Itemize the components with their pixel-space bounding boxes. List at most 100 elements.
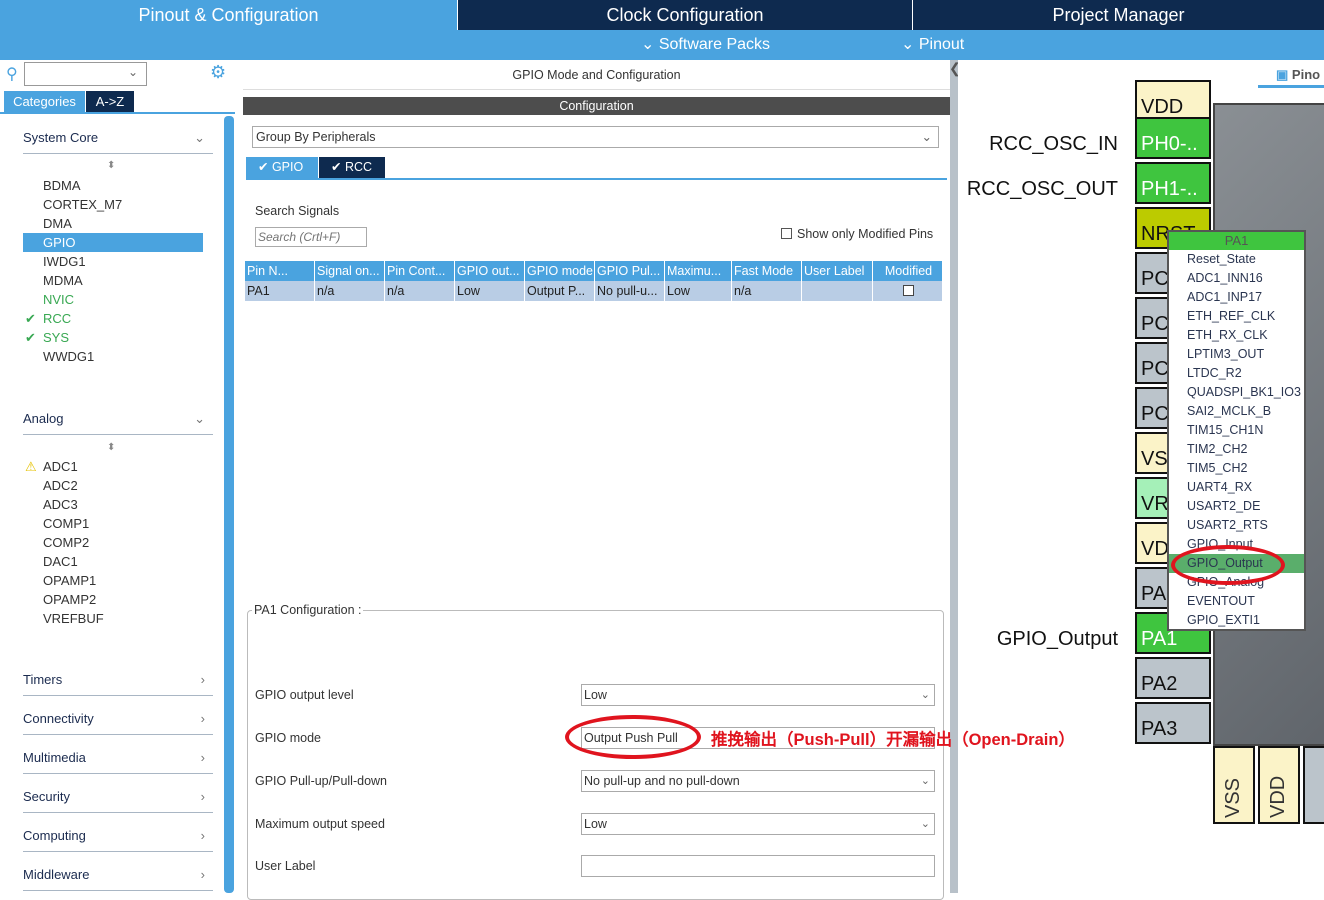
sidebar-item-gpio[interactable]: GPIO xyxy=(23,233,203,252)
sidebar-item-adc1[interactable]: ⚠ ADC1 xyxy=(23,457,203,476)
sidebar-item-opamp2[interactable]: OPAMP2 xyxy=(23,590,203,609)
menu-item-usart2-de[interactable]: USART2_DE xyxy=(1169,497,1304,516)
table-cell[interactable]: Output P... xyxy=(525,281,595,301)
column-header[interactable]: Fast Mode xyxy=(732,261,802,281)
pin-pa2[interactable]: PA2 xyxy=(1135,657,1211,699)
table-cell[interactable]: n/a xyxy=(385,281,455,301)
menu-item-gpio-exti1[interactable]: GPIO_EXTI1 xyxy=(1169,611,1304,630)
sidebar-item-iwdg1[interactable]: IWDG1 xyxy=(23,252,203,271)
panel-splitter[interactable] xyxy=(950,60,958,893)
menu-item-eth-rx-clk[interactable]: ETH_RX_CLK xyxy=(1169,326,1304,345)
pin-bottom-unlabeled[interactable] xyxy=(1303,746,1324,824)
tab-rcc[interactable]: ✔ RCC xyxy=(319,157,385,178)
category-middleware[interactable]: Middleware › xyxy=(23,867,213,891)
pin-vdd[interactable]: VDD xyxy=(1135,80,1211,122)
tab-gpio[interactable]: ✔ GPIO xyxy=(246,157,318,178)
column-header[interactable]: GPIO mode xyxy=(525,261,595,281)
table-cell[interactable]: Low xyxy=(665,281,732,301)
category-analog[interactable]: Analog ⌄ xyxy=(23,411,213,435)
field-user-label[interactable] xyxy=(581,855,935,877)
pin-ph0[interactable]: PH0-.. xyxy=(1135,117,1211,159)
category-security[interactable]: Security › xyxy=(23,789,213,813)
menu-item-lptim3-out[interactable]: LPTIM3_OUT xyxy=(1169,345,1304,364)
menu-item-reset-state[interactable]: Reset_State xyxy=(1169,250,1304,269)
pin-pa3[interactable]: PA3 xyxy=(1135,702,1211,744)
sidebar-item-vrefbuf[interactable]: VREFBUF xyxy=(23,609,203,628)
menu-item-tim5-ch2[interactable]: TIM5_CH2 xyxy=(1169,459,1304,478)
menu-item-ltdc-r2[interactable]: LTDC_R2 xyxy=(1169,364,1304,383)
table-cell[interactable]: n/a xyxy=(732,281,802,301)
table-cell[interactable]: Low xyxy=(455,281,525,301)
menu-item-adc1-inp17[interactable]: ADC1_INP17 xyxy=(1169,288,1304,307)
column-header[interactable]: Maximu... xyxy=(665,261,732,281)
menu-item-tim15-ch1n[interactable]: TIM15_CH1N xyxy=(1169,421,1304,440)
column-header[interactable]: Pin N... xyxy=(245,261,315,281)
column-header[interactable]: Pin Cont... xyxy=(385,261,455,281)
tab-pinout-configuration[interactable]: Pinout & Configuration xyxy=(0,0,457,30)
group-by-select[interactable]: Group By Peripherals ⌄ xyxy=(252,126,939,148)
chevron-down-icon: ⌄ xyxy=(920,775,930,787)
sidebar-item-adc3[interactable]: ADC3 xyxy=(23,495,203,514)
sidebar-item-mdma[interactable]: MDMA xyxy=(23,271,203,290)
column-header[interactable]: User Label xyxy=(802,261,873,281)
sidebar-item-bdma[interactable]: BDMA xyxy=(23,176,203,195)
sidebar-item-comp2[interactable]: COMP2 xyxy=(23,533,203,552)
menu-item-uart4-rx[interactable]: UART4_RX xyxy=(1169,478,1304,497)
modified-checkbox[interactable] xyxy=(873,281,943,301)
checkbox-box[interactable] xyxy=(781,228,792,239)
column-header[interactable]: GPIO out... xyxy=(455,261,525,281)
sort-icon[interactable]: ⬍ xyxy=(107,442,115,453)
menu-item-sai2-mclk-b[interactable]: SAI2_MCLK_B xyxy=(1169,402,1304,421)
sidebar-item-wwdg1[interactable]: WWDG1 xyxy=(23,347,203,366)
category-timers[interactable]: Timers › xyxy=(23,672,213,696)
sidebar-item-nvic[interactable]: NVIC xyxy=(23,290,203,309)
pinout-view-tab[interactable]: ▣ Pino xyxy=(1258,64,1324,88)
show-modified-checkbox[interactable]: Show only Modified Pins xyxy=(781,227,933,241)
tab-categories[interactable]: Categories xyxy=(4,91,85,112)
table-cell[interactable]: n/a xyxy=(315,281,385,301)
menu-item-quadspi-bk1-io3[interactable]: QUADSPI_BK1_IO3 xyxy=(1169,383,1304,402)
sidebar-item-opamp1[interactable]: OPAMP1 xyxy=(23,571,203,590)
search-signals-input[interactable] xyxy=(255,227,367,247)
sidebar-item-adc2[interactable]: ADC2 xyxy=(23,476,203,495)
field-gpio-pull-up-pull-down[interactable]: No pull-up and no pull-down ⌄ xyxy=(581,770,935,792)
field-maximum-output-speed[interactable]: Low ⌄ xyxy=(581,813,935,835)
sort-icon[interactable]: ⬍ xyxy=(107,160,115,171)
pin-bottom-vss[interactable]: VSS xyxy=(1213,746,1255,824)
pinout-menu[interactable]: ⌄ Pinout xyxy=(901,30,964,60)
pin-ph1[interactable]: PH1-.. xyxy=(1135,162,1211,204)
tab-project-manager[interactable]: Project Manager xyxy=(913,0,1324,30)
category-label: System Core xyxy=(23,130,99,145)
category-multimedia[interactable]: Multimedia › xyxy=(23,750,213,774)
menu-item-eth-ref-clk[interactable]: ETH_REF_CLK xyxy=(1169,307,1304,326)
scrollbar[interactable] xyxy=(224,116,234,893)
gear-icon[interactable]: ⚙ xyxy=(210,62,226,83)
pin-bottom-vdd[interactable]: VDD xyxy=(1258,746,1300,824)
tab-a-z[interactable]: A->Z xyxy=(86,91,134,112)
menu-item-adc1-inn16[interactable]: ADC1_INN16 xyxy=(1169,269,1304,288)
sidebar-item-dac1[interactable]: DAC1 xyxy=(23,552,203,571)
category-computing[interactable]: Computing › xyxy=(23,828,213,852)
warning-icon: ⚠ xyxy=(25,459,37,474)
sidebar-item-rcc[interactable]: ✔ RCC xyxy=(23,309,203,328)
category-system-core[interactable]: System Core ⌄ xyxy=(23,130,213,154)
menu-item-tim2-ch2[interactable]: TIM2_CH2 xyxy=(1169,440,1304,459)
sidebar-item-comp1[interactable]: COMP1 xyxy=(23,514,203,533)
table-cell[interactable] xyxy=(802,281,873,301)
sidebar-item-dma[interactable]: DMA xyxy=(23,214,203,233)
category-connectivity[interactable]: Connectivity › xyxy=(23,711,213,735)
column-header[interactable]: GPIO Pul... xyxy=(595,261,665,281)
field-gpio-output-level[interactable]: Low ⌄ xyxy=(581,684,935,706)
column-header[interactable]: Signal on... xyxy=(315,261,385,281)
sidebar-item-sys[interactable]: ✔ SYS xyxy=(23,328,203,347)
software-packs-menu[interactable]: ⌄ Software Packs xyxy=(641,30,770,60)
tab-clock-configuration[interactable]: Clock Configuration xyxy=(458,0,912,30)
chevron-down-icon[interactable]: ⌄ xyxy=(128,65,138,79)
category-label: Computing xyxy=(23,828,86,843)
menu-item-usart2-rts[interactable]: USART2_RTS xyxy=(1169,516,1304,535)
menu-item-eventout[interactable]: EVENTOUT xyxy=(1169,592,1304,611)
column-header[interactable]: Modified xyxy=(873,261,943,281)
table-cell[interactable]: No pull-u... xyxy=(595,281,665,301)
table-cell[interactable]: PA1 xyxy=(245,281,315,301)
sidebar-item-cortex_m7[interactable]: CORTEX_M7 xyxy=(23,195,203,214)
